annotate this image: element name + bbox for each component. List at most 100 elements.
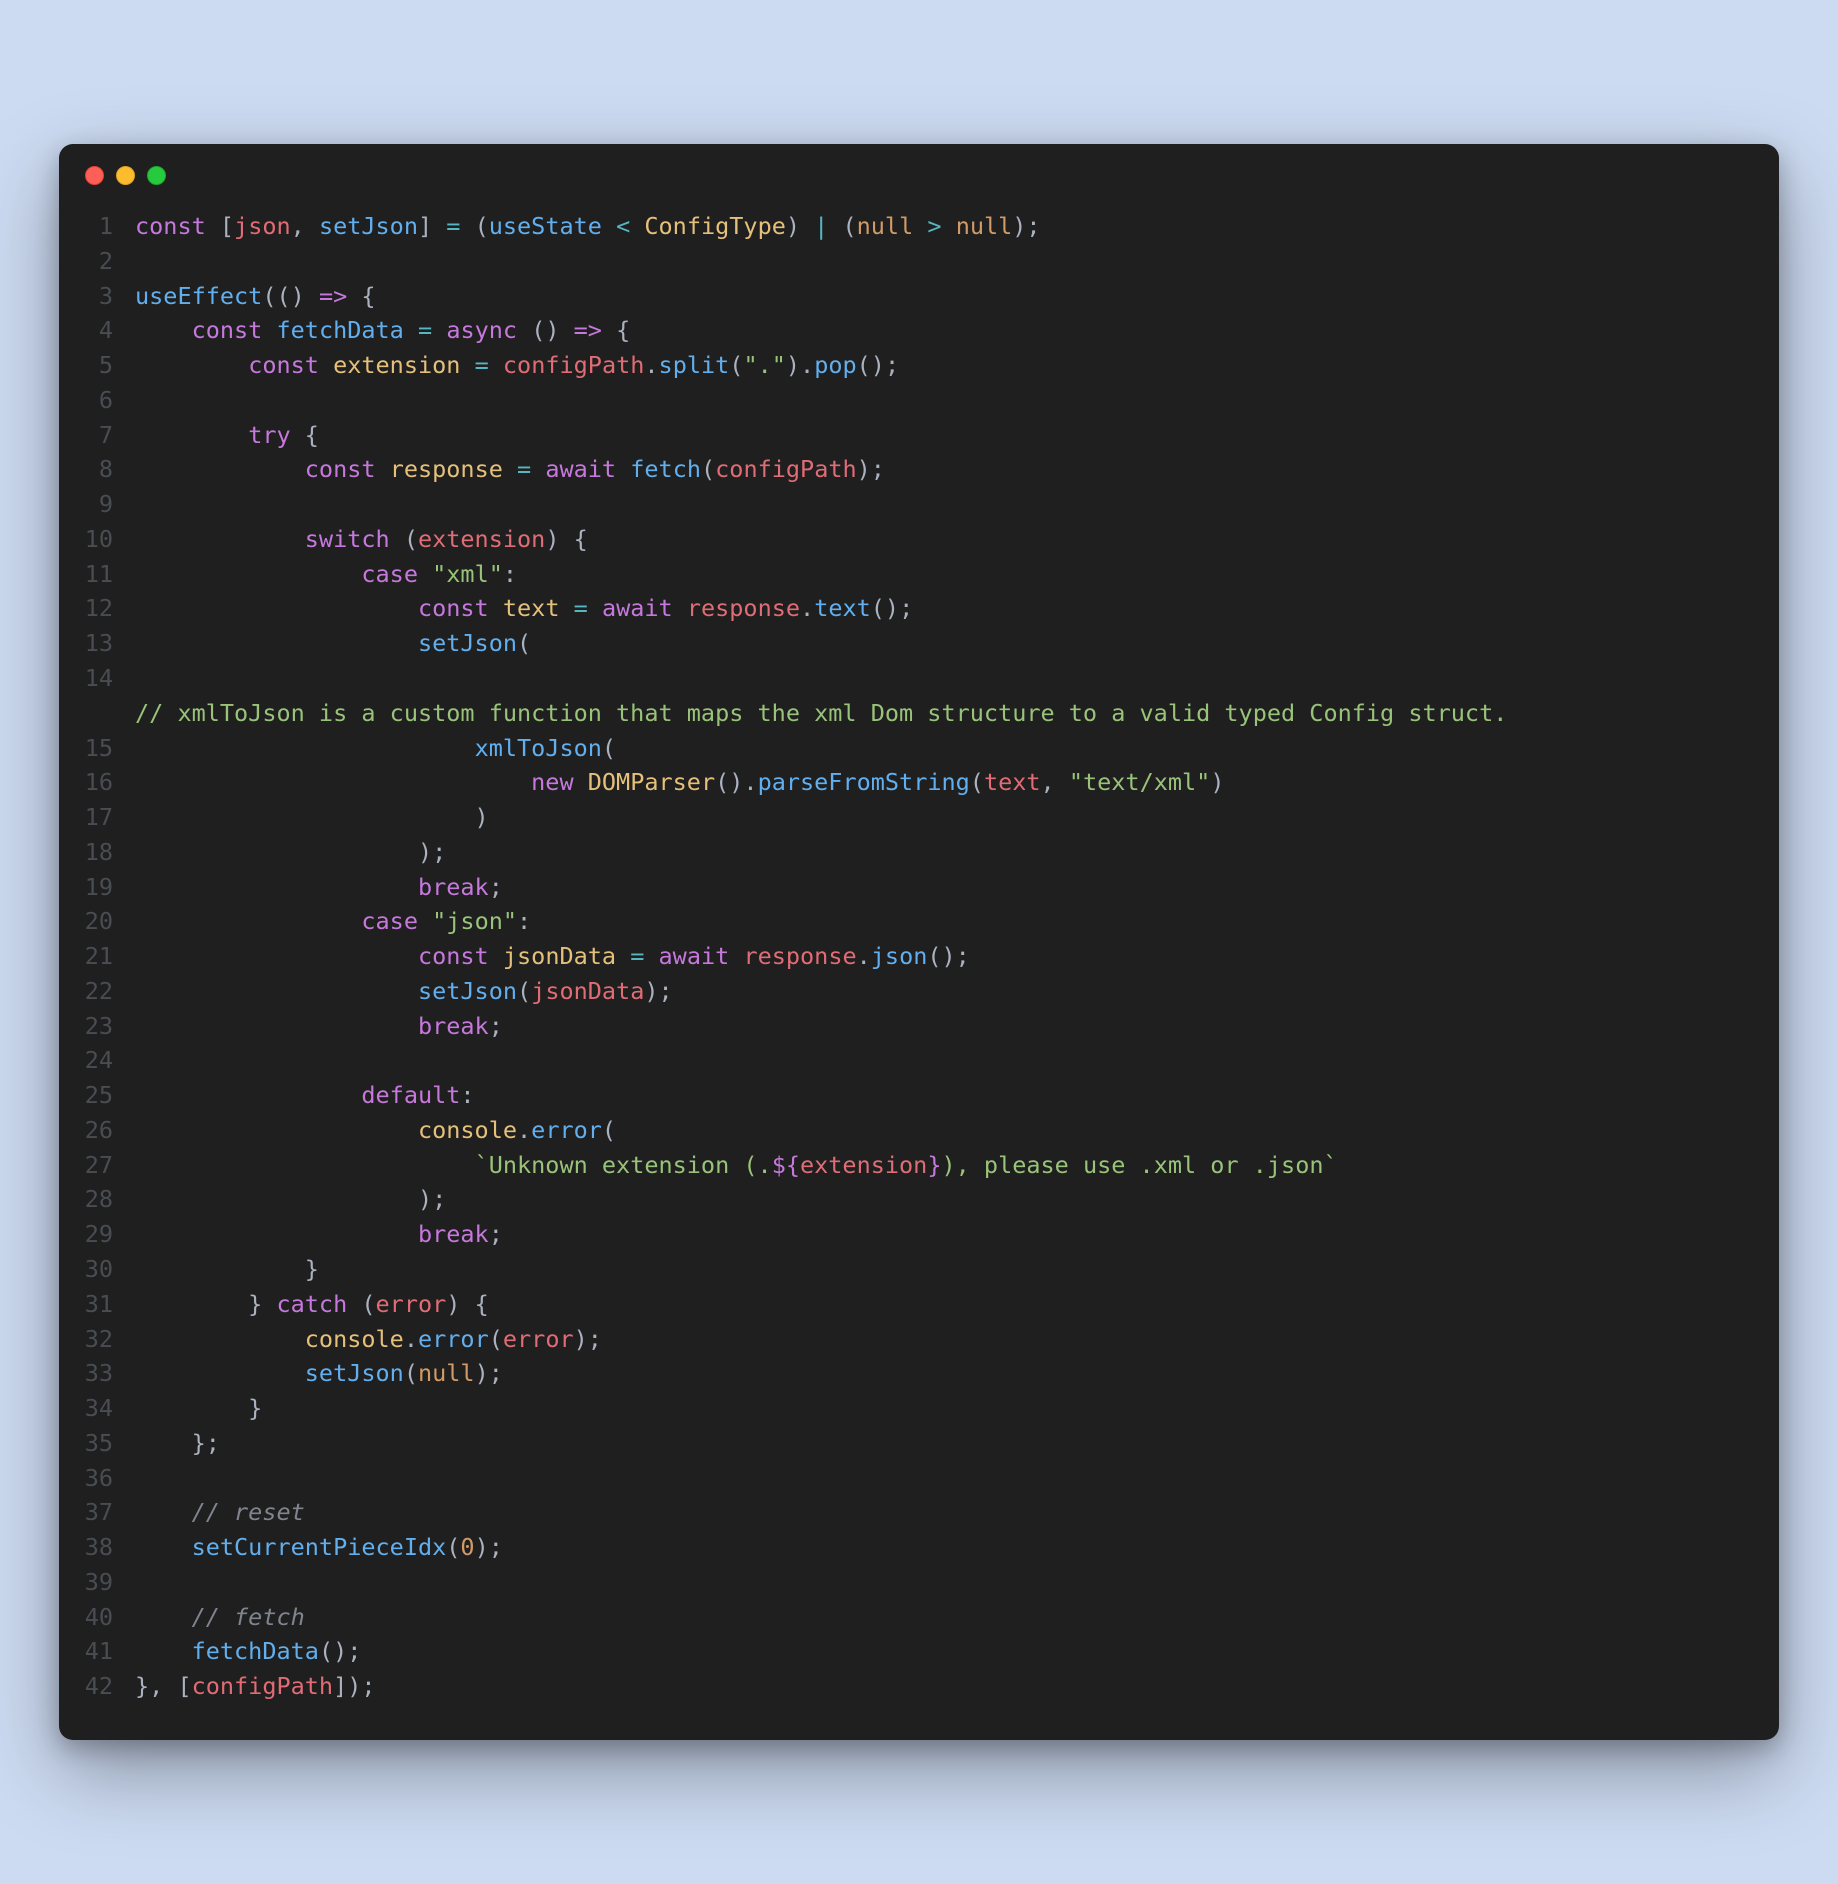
line-number: 34 xyxy=(77,1391,135,1426)
line-number: 23 xyxy=(77,1009,135,1044)
line-number: 18 xyxy=(77,835,135,870)
code-line: 6 xyxy=(77,383,1751,418)
code-content: break; xyxy=(135,1009,503,1044)
code-window: 1const [json, setJson] = (useState < Con… xyxy=(59,144,1779,1740)
code-content: setJson( xyxy=(135,626,531,661)
code-line: 22 setJson(jsonData); xyxy=(77,974,1751,1009)
line-number: 13 xyxy=(77,626,135,661)
code-line: 1const [json, setJson] = (useState < Con… xyxy=(77,209,1751,244)
code-content: }; xyxy=(135,1426,220,1461)
line-number: 20 xyxy=(77,904,135,939)
line-number: 32 xyxy=(77,1322,135,1357)
code-content: const response = await fetch(configPath)… xyxy=(135,452,885,487)
line-number: 14 xyxy=(77,661,135,696)
line-number: 9 xyxy=(77,487,135,522)
code-line: 28 ); xyxy=(77,1182,1751,1217)
code-line: 23 break; xyxy=(77,1009,1751,1044)
code-line: 13 setJson( xyxy=(77,626,1751,661)
line-number: 28 xyxy=(77,1182,135,1217)
code-line: 39 xyxy=(77,1565,1751,1600)
line-number: 26 xyxy=(77,1113,135,1148)
line-number: 3 xyxy=(77,279,135,314)
code-content: }, [configPath]); xyxy=(135,1669,376,1704)
line-number: 15 xyxy=(77,731,135,766)
code-line: 30 } xyxy=(77,1252,1751,1287)
line-number: 25 xyxy=(77,1078,135,1113)
code-content: break; xyxy=(135,870,503,905)
code-line: 42}, [configPath]); xyxy=(77,1669,1751,1704)
code-content: xmlToJson( xyxy=(135,731,616,766)
code-content: ) xyxy=(135,800,489,835)
minimize-icon[interactable] xyxy=(116,166,135,185)
code-line: 40 // fetch xyxy=(77,1600,1751,1635)
code-line: 3useEffect(() => { xyxy=(77,279,1751,314)
code-line: 16 new DOMParser().parseFromString(text,… xyxy=(77,765,1751,800)
code-content: setJson(jsonData); xyxy=(135,974,673,1009)
code-line: 8 const response = await fetch(configPat… xyxy=(77,452,1751,487)
code-content: const [json, setJson] = (useState < Conf… xyxy=(135,209,1041,244)
line-number: 11 xyxy=(77,557,135,592)
code-line: 41 fetchData(); xyxy=(77,1634,1751,1669)
zoom-icon[interactable] xyxy=(147,166,166,185)
line-number: 4 xyxy=(77,313,135,348)
code-content: setJson(null); xyxy=(135,1356,503,1391)
code-line: 24 xyxy=(77,1043,1751,1078)
line-number: 27 xyxy=(77,1148,135,1183)
line-number: 40 xyxy=(77,1600,135,1635)
code-line: 34 } xyxy=(77,1391,1751,1426)
code-line: 29 break; xyxy=(77,1217,1751,1252)
code-content: } xyxy=(135,1391,262,1426)
code-editor[interactable]: 1const [json, setJson] = (useState < Con… xyxy=(59,199,1779,1740)
code-content: const extension = configPath.split(".").… xyxy=(135,348,899,383)
code-line: 7 try { xyxy=(77,418,1751,453)
code-line: 14 xyxy=(77,661,1751,696)
line-number: 8 xyxy=(77,452,135,487)
line-number: 1 xyxy=(77,209,135,244)
line-number: 21 xyxy=(77,939,135,974)
code-line: 35 }; xyxy=(77,1426,1751,1461)
code-line: 19 break; xyxy=(77,870,1751,905)
line-number: 42 xyxy=(77,1669,135,1704)
code-line: 5 const extension = configPath.split("."… xyxy=(77,348,1751,383)
line-number: 12 xyxy=(77,591,135,626)
line-number: 35 xyxy=(77,1426,135,1461)
line-number: 38 xyxy=(77,1530,135,1565)
code-line: 25 default: xyxy=(77,1078,1751,1113)
code-line: 18 ); xyxy=(77,835,1751,870)
code-content: ); xyxy=(135,1182,446,1217)
code-content: break; xyxy=(135,1217,503,1252)
code-content: // fetch xyxy=(135,1600,305,1635)
line-number: 17 xyxy=(77,800,135,835)
code-line: 32 console.error(error); xyxy=(77,1322,1751,1357)
code-line: 12 const text = await response.text(); xyxy=(77,591,1751,626)
code-content: `Unknown extension (.${extension}), plea… xyxy=(135,1148,1338,1183)
line-number: 10 xyxy=(77,522,135,557)
code-content: // reset xyxy=(135,1495,305,1530)
code-content: const jsonData = await response.json(); xyxy=(135,939,970,974)
code-line: 2 xyxy=(77,244,1751,279)
line-number: 37 xyxy=(77,1495,135,1530)
line-number: 36 xyxy=(77,1461,135,1496)
code-content: switch (extension) { xyxy=(135,522,588,557)
code-content: const text = await response.text(); xyxy=(135,591,913,626)
line-number: 2 xyxy=(77,244,135,279)
line-number: 6 xyxy=(77,383,135,418)
code-content: console.error( xyxy=(135,1113,616,1148)
code-line: 15 xmlToJson( xyxy=(77,731,1751,766)
code-content: try { xyxy=(135,418,319,453)
line-number: 22 xyxy=(77,974,135,1009)
line-number: 5 xyxy=(77,348,135,383)
code-content: } catch (error) { xyxy=(135,1287,489,1322)
code-content: // xmlToJson is a custom function that m… xyxy=(135,696,1507,731)
code-content: case "json": xyxy=(135,904,531,939)
code-content: default: xyxy=(135,1078,475,1113)
line-number: 33 xyxy=(77,1356,135,1391)
code-line: 37 // reset xyxy=(77,1495,1751,1530)
code-content: const fetchData = async () => { xyxy=(135,313,630,348)
code-content: } xyxy=(135,1252,319,1287)
code-content: console.error(error); xyxy=(135,1322,602,1357)
code-content: setCurrentPieceIdx(0); xyxy=(135,1530,503,1565)
code-line: 21 const jsonData = await response.json(… xyxy=(77,939,1751,974)
close-icon[interactable] xyxy=(85,166,104,185)
code-content: case "xml": xyxy=(135,557,517,592)
